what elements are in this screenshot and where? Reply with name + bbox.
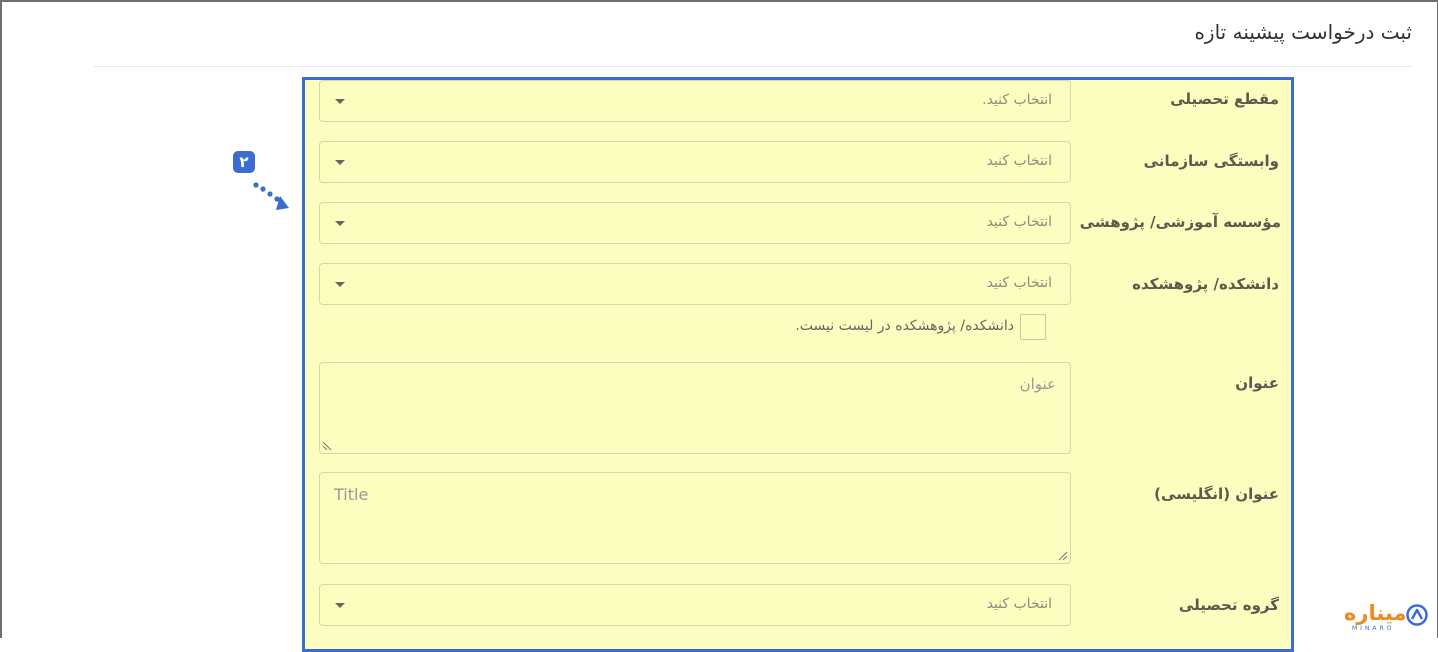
academic-group-label: گروه تحصیلی [1178,596,1279,614]
degree-label: مقطع تحصیلی [1170,90,1279,108]
academic-group-select[interactable]: انتخاب کنید [319,584,1071,626]
faculty-select[interactable]: انتخاب کنید [319,263,1071,305]
title-divider [94,66,1411,67]
faculty-label: دانشکده/ پژوهشکده [1132,275,1279,293]
title-english-textarea[interactable]: Title [319,472,1071,564]
dotted-arrow-icon [253,182,289,210]
brand-logo-text: میناره [1344,601,1407,625]
title-english-textarea-placeholder: Title [334,485,369,504]
resize-handle-icon[interactable] [322,441,332,451]
step-number-badge: ۲ [233,151,255,173]
degree-select-placeholder: انتخاب کنید. [982,92,1052,108]
faculty-select-placeholder: انتخاب کنید [986,275,1052,291]
institution-select[interactable]: انتخاب کنید [319,202,1071,244]
title-english-label: عنوان (انگلیسی) [1154,485,1279,503]
brand-logo-icon [1406,604,1428,626]
affiliation-label: وابستگی سازمانی [1143,152,1279,170]
title-textarea[interactable]: عنوان [319,362,1071,454]
chevron-down-icon [335,603,345,608]
chevron-down-icon [335,160,345,165]
affiliation-select[interactable]: انتخاب کنید [319,141,1071,183]
institution-label: مؤسسه آموزشی/ پژوهشی [1079,213,1281,231]
title-label: عنوان [1235,374,1279,392]
chevron-down-icon [335,221,345,226]
chevron-down-icon [335,99,345,104]
resize-handle-icon[interactable] [1058,551,1068,561]
page-title: ثبت درخواست پیشینه تازه [1194,20,1412,44]
degree-select[interactable]: انتخاب کنید. [319,80,1071,122]
academic-group-select-placeholder: انتخاب کنید [986,596,1052,612]
chevron-down-icon [335,282,345,287]
institution-select-placeholder: انتخاب کنید [986,214,1052,230]
affiliation-select-placeholder: انتخاب کنید [986,153,1052,169]
title-textarea-placeholder: عنوان [1019,375,1056,393]
faculty-not-listed-checkbox[interactable] [1020,314,1046,340]
brand-logo-subtitle: MINARO [1352,625,1395,632]
faculty-not-listed-label: دانشکده/ پژوهشکده در لیست نیست. [795,318,1014,334]
